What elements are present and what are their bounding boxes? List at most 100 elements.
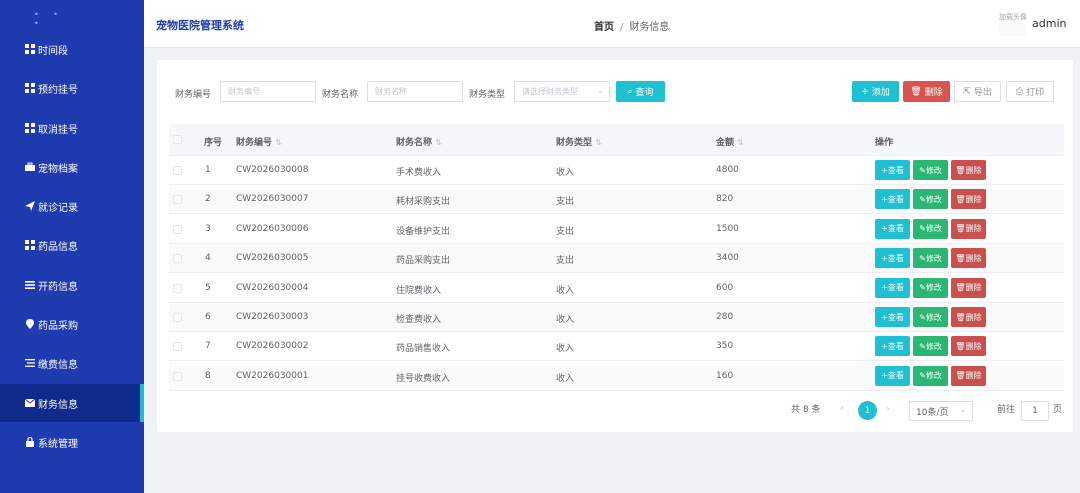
sidebar-item-label: 药品采购	[38, 320, 78, 332]
row-delete-button[interactable]: 🗑 删除	[951, 218, 986, 239]
page-size-select[interactable]: 10条/页 ⌄	[909, 401, 973, 421]
goto-page-input[interactable]: 1	[1021, 401, 1049, 421]
edit-button[interactable]: ✎ 修改	[913, 336, 948, 357]
view-button[interactable]: + 查看	[875, 218, 910, 239]
row-checkbox[interactable]	[173, 313, 182, 322]
trash-icon: 🗑	[955, 165, 966, 175]
sidebar-item-8[interactable]: 缴费信息	[0, 344, 144, 382]
code-filter-input[interactable]: 财务编号	[220, 81, 316, 102]
view-button[interactable]: + 查看	[875, 160, 910, 180]
header-name[interactable]: 财务名称 ⇅	[396, 135, 442, 148]
sidebar-item-0[interactable]: 时间段	[0, 30, 144, 68]
sidebar-item-6[interactable]: 开药信息	[0, 266, 144, 304]
table-row: 5 CW2026030004 住院费收入 收入 600 + 查看 ✎ 修改 🗑 删除	[169, 273, 1064, 303]
cell-code: CW2026030001	[236, 370, 309, 381]
trash-icon: 🗑	[955, 253, 966, 263]
sidebar-item-label: 开药信息	[38, 281, 78, 293]
prev-page-icon[interactable]: ‹	[840, 404, 844, 414]
edit-icon: ✎	[919, 283, 926, 293]
header-type[interactable]: 财务类型 ⇅	[556, 135, 602, 148]
sidebar-item-label: 时间段	[38, 45, 68, 57]
row-delete-button[interactable]: 🗑 删除	[951, 336, 986, 357]
view-button[interactable]: + 查看	[875, 189, 910, 210]
header-code[interactable]: 财务编号 ⇅	[236, 135, 282, 148]
view-button-label: 查看	[887, 283, 904, 293]
row-delete-button[interactable]: 🗑 删除	[951, 160, 986, 180]
add-button[interactable]: + 添加	[852, 81, 899, 102]
breadcrumb: 首页 / 财务信息	[594, 18, 669, 33]
row-delete-button[interactable]: 🗑 删除	[951, 365, 986, 386]
trash-icon: 🗑	[910, 86, 922, 97]
header-amount-label: 金额	[716, 138, 735, 148]
cell-type: 收入	[556, 285, 575, 296]
sidebar-item-3[interactable]: 宠物档案	[0, 148, 144, 186]
sidebar-item-1[interactable]: 预约挂号	[0, 69, 144, 107]
table-row: 7 CW2026030002 药品销售收入 收入 350 + 查看 ✎ 修改 🗑 删除	[169, 332, 1064, 362]
edit-button[interactable]: ✎ 修改	[913, 218, 948, 239]
view-button[interactable]: + 查看	[875, 248, 910, 269]
row-checkbox[interactable]	[173, 283, 182, 293]
edit-button-label: 修改	[925, 165, 942, 175]
edit-button[interactable]: ✎ 修改	[913, 307, 948, 327]
edit-button[interactable]: ✎ 修改	[913, 365, 948, 386]
goto-prefix: 前往	[997, 405, 1016, 415]
next-page-icon[interactable]: ›	[886, 404, 890, 414]
table-row: 3 CW2026030006 设备维护支出 支出 1500 + 查看 ✎ 修改 🗑 删除	[169, 214, 1064, 244]
row-delete-button-label: 删除	[965, 341, 982, 351]
delete-button[interactable]: 🗑 删除	[903, 81, 950, 102]
row-checkbox[interactable]	[173, 224, 182, 234]
sidebar-item-10[interactable]: 系统管理	[0, 423, 144, 461]
type-filter-select[interactable]: 请选择财务类型 ⌄	[514, 81, 610, 102]
view-button[interactable]: + 查看	[875, 336, 910, 357]
username[interactable]: admin	[1032, 17, 1066, 30]
sidebar-logo-dots: • • •	[34, 10, 64, 28]
breadcrumb-home[interactable]: 首页	[594, 22, 614, 33]
edit-button[interactable]: ✎ 修改	[913, 160, 948, 180]
briefcase-icon	[24, 162, 35, 172]
sidebar-item-2[interactable]: 取消挂号	[0, 109, 144, 147]
sidebar-item-9[interactable]: 财务信息	[0, 384, 144, 422]
edit-button[interactable]: ✎ 修改	[913, 248, 948, 269]
name-filter-input[interactable]: 财务名称	[367, 81, 463, 102]
cell-amount: 1500	[716, 223, 739, 234]
cell-code: CW2026030003	[236, 312, 309, 322]
export-button[interactable]: ⇱ 导出	[954, 81, 1001, 102]
sidebar-item-5[interactable]: 药品信息	[0, 226, 144, 264]
row-checkbox[interactable]	[173, 371, 182, 381]
row-delete-button[interactable]: 🗑 删除	[951, 307, 986, 327]
chevron-down-icon: ⌄	[959, 405, 967, 415]
row-checkbox[interactable]	[173, 254, 182, 264]
search-button[interactable]: ⌕ 查询	[616, 81, 665, 102]
row-checkbox[interactable]	[173, 166, 182, 175]
row-checkbox[interactable]	[173, 195, 182, 205]
sidebar-item-4[interactable]: 就诊记录	[0, 187, 144, 225]
edit-button-label: 修改	[925, 224, 942, 234]
sidebar-item-7[interactable]: 药品采购	[0, 305, 144, 343]
sidebar-item-label: 就诊记录	[38, 202, 78, 214]
print-button[interactable]: ⎙ 打印	[1006, 81, 1054, 102]
cell-type: 收入	[556, 373, 575, 384]
top-header: 宠物医院管理系统 首页 / 财务信息 加载头像 admin	[144, 0, 1080, 48]
cell-index: 5	[205, 282, 211, 293]
select-all-checkbox[interactable]	[173, 135, 182, 144]
cell-type: 支出	[556, 256, 575, 267]
view-button[interactable]: + 查看	[875, 277, 910, 298]
page-1-button[interactable]: 1	[858, 401, 877, 420]
avatar[interactable]: 加载头像	[999, 12, 1027, 36]
row-delete-button[interactable]: 🗑 删除	[951, 248, 986, 269]
sort-icon: ⇅	[435, 138, 442, 147]
cell-code: CW2026030008	[236, 165, 309, 175]
menu-icon	[24, 358, 35, 368]
edit-button[interactable]: ✎ 修改	[913, 277, 948, 298]
edit-button[interactable]: ✎ 修改	[913, 189, 948, 210]
view-button[interactable]: + 查看	[875, 365, 910, 386]
view-button[interactable]: + 查看	[875, 307, 910, 327]
header-amount[interactable]: 金额 ⇅	[716, 135, 744, 148]
export-button-label: 导出	[973, 88, 992, 98]
row-checkbox[interactable]	[173, 342, 182, 352]
edit-icon: ✎	[919, 253, 926, 263]
row-delete-button[interactable]: 🗑 删除	[951, 277, 986, 298]
edit-button-label: 修改	[925, 371, 942, 381]
print-button-label: 打印	[1026, 88, 1045, 98]
row-delete-button[interactable]: 🗑 删除	[951, 189, 986, 210]
